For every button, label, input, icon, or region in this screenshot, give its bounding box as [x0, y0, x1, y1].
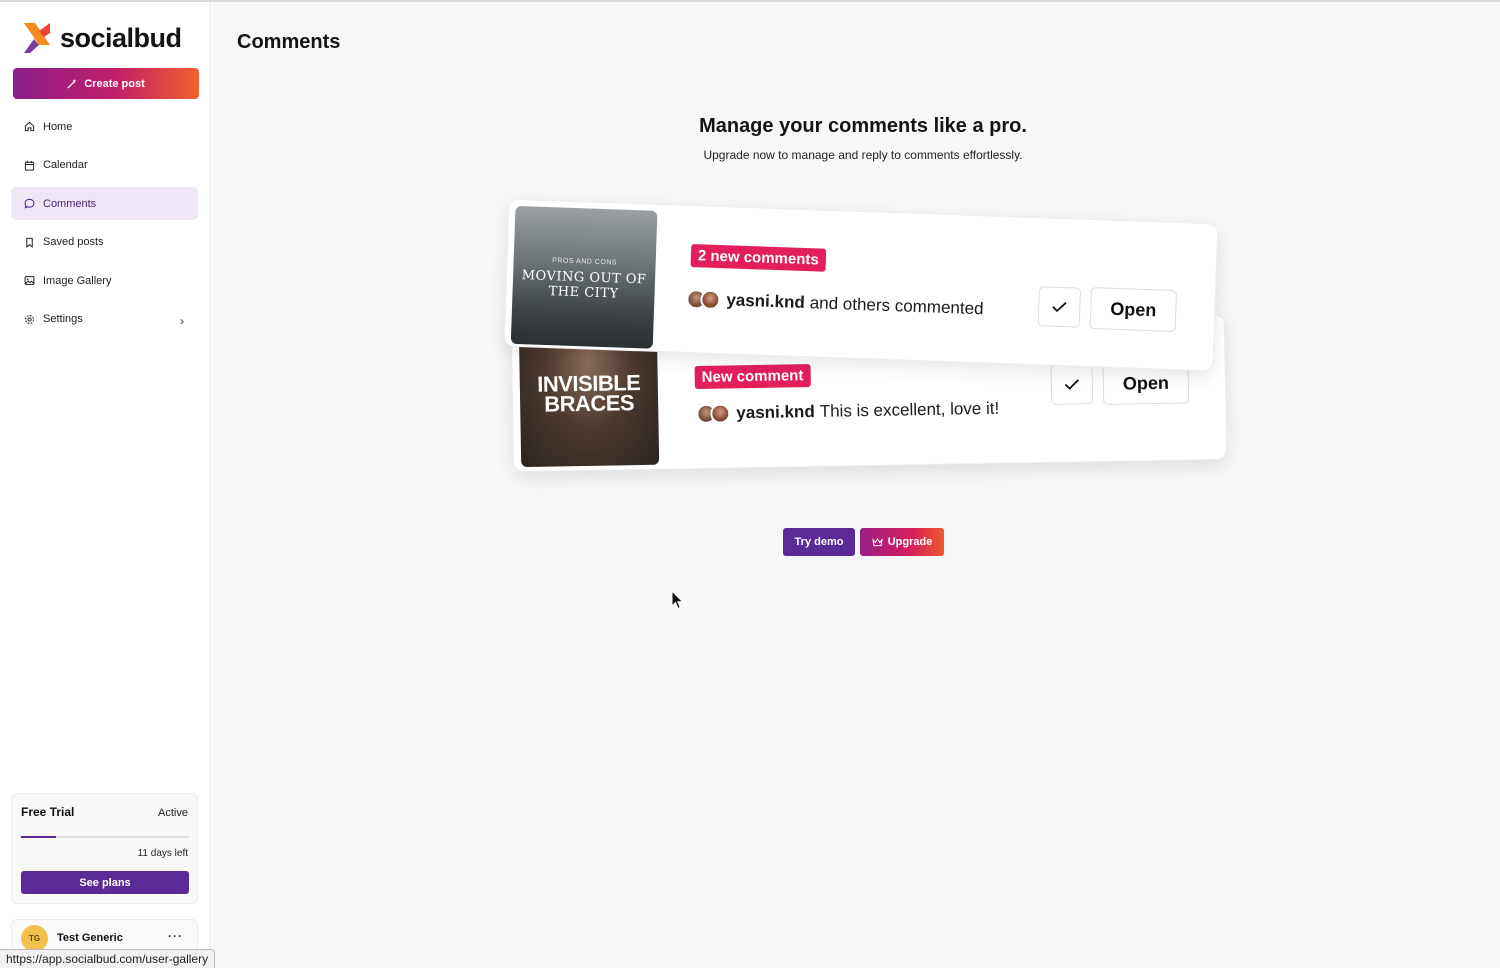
- link-preview-statusbar: https://app.socialbud.com/user-gallery: [0, 949, 216, 968]
- new-comments-badge: 2 new comments: [690, 244, 827, 272]
- thumbnail-subtext: PROS AND CONS: [552, 257, 618, 267]
- chevron-right-icon: ›: [180, 313, 184, 328]
- try-demo-button[interactable]: Try demo: [783, 528, 855, 556]
- mark-read-button[interactable]: [1037, 286, 1082, 328]
- sidebar-item-label: Comments: [43, 197, 97, 210]
- window-top-border: [0, 0, 1500, 2]
- see-plans-button[interactable]: See plans: [21, 871, 189, 894]
- sidebar-item-saved-posts[interactable]: Saved posts: [11, 226, 198, 259]
- image-icon: [23, 275, 35, 287]
- sidebar-nav: Home Calendar Comments Saved posts Image…: [11, 110, 198, 341]
- post-thumbnail: INVISIBLE BRACES: [518, 332, 660, 468]
- hero-title: Manage your comments like a pro.: [699, 115, 1027, 137]
- open-comment-button[interactable]: Open: [1089, 287, 1178, 333]
- commenter-avatar: [700, 289, 721, 311]
- more-options-icon[interactable]: ···: [168, 929, 183, 943]
- mouse-cursor-icon: [671, 590, 684, 610]
- user-name: Test Generic: [57, 932, 123, 944]
- check-icon: [1064, 379, 1079, 390]
- comment-text: and others commented: [809, 293, 984, 319]
- page-title: Comments: [237, 31, 341, 53]
- create-post-label: Create post: [84, 77, 145, 90]
- upgrade-button[interactable]: Upgrade: [860, 528, 944, 556]
- post-thumbnail: PROS AND CONS MOVING OUT OF THE CITY: [510, 205, 658, 349]
- commenter-avatar: [710, 403, 731, 424]
- sidebar: socialbud Create post Home Calendar Comm…: [0, 2, 210, 968]
- thumbnail-text: MOVING OUT OF THE CITY: [521, 268, 647, 302]
- commenters-row: yasni.knd This is excellent, love it!: [696, 398, 1000, 425]
- comment-preview-card: PROS AND CONS MOVING OUT OF THE CITY 2 n…: [503, 198, 1219, 372]
- comment-icon: [23, 198, 35, 210]
- free-trial-panel: Free Trial Active 11 days left See plans: [11, 793, 198, 904]
- check-icon: [1052, 302, 1067, 313]
- sidebar-item-label: Image Gallery: [43, 274, 112, 287]
- trial-status: Active: [158, 807, 188, 819]
- trial-progress-bar: [21, 836, 189, 838]
- logo-text: socialbud: [60, 22, 182, 53]
- new-comment-badge: New comment: [694, 364, 811, 390]
- crown-icon: [871, 537, 883, 546]
- logo[interactable]: socialbud: [22, 20, 182, 56]
- sidebar-item-label: Saved posts: [43, 236, 104, 248]
- sidebar-item-image-gallery[interactable]: Image Gallery: [11, 264, 198, 297]
- trial-progress-fill: [21, 836, 57, 838]
- sidebar-item-label: Settings: [43, 313, 83, 325]
- commenters-row: yasni.knd and others commented: [686, 288, 984, 319]
- sidebar-item-settings[interactable]: Settings ›: [11, 303, 198, 336]
- logo-mark-icon: [22, 21, 52, 55]
- commenter-username: yasni.knd: [726, 290, 806, 313]
- trial-title: Free Trial: [21, 805, 75, 819]
- trial-days-left: 11 days left: [137, 848, 188, 859]
- hero-subtitle: Upgrade now to manage and reply to comme…: [703, 148, 1023, 162]
- mark-read-button[interactable]: [1050, 364, 1094, 405]
- create-post-button[interactable]: Create post: [13, 68, 199, 99]
- gear-icon: [23, 313, 35, 325]
- magic-wand-icon: [67, 78, 77, 89]
- commenter-username: yasni.knd: [736, 401, 815, 423]
- sidebar-item-comments[interactable]: Comments: [11, 187, 198, 220]
- comment-text: This is excellent, love it!: [819, 398, 1000, 421]
- upgrade-label: Upgrade: [887, 536, 933, 548]
- bookmark-icon: [23, 236, 35, 248]
- thumbnail-text: INVISIBLE BRACES: [537, 369, 641, 417]
- avatar: TG: [21, 925, 48, 952]
